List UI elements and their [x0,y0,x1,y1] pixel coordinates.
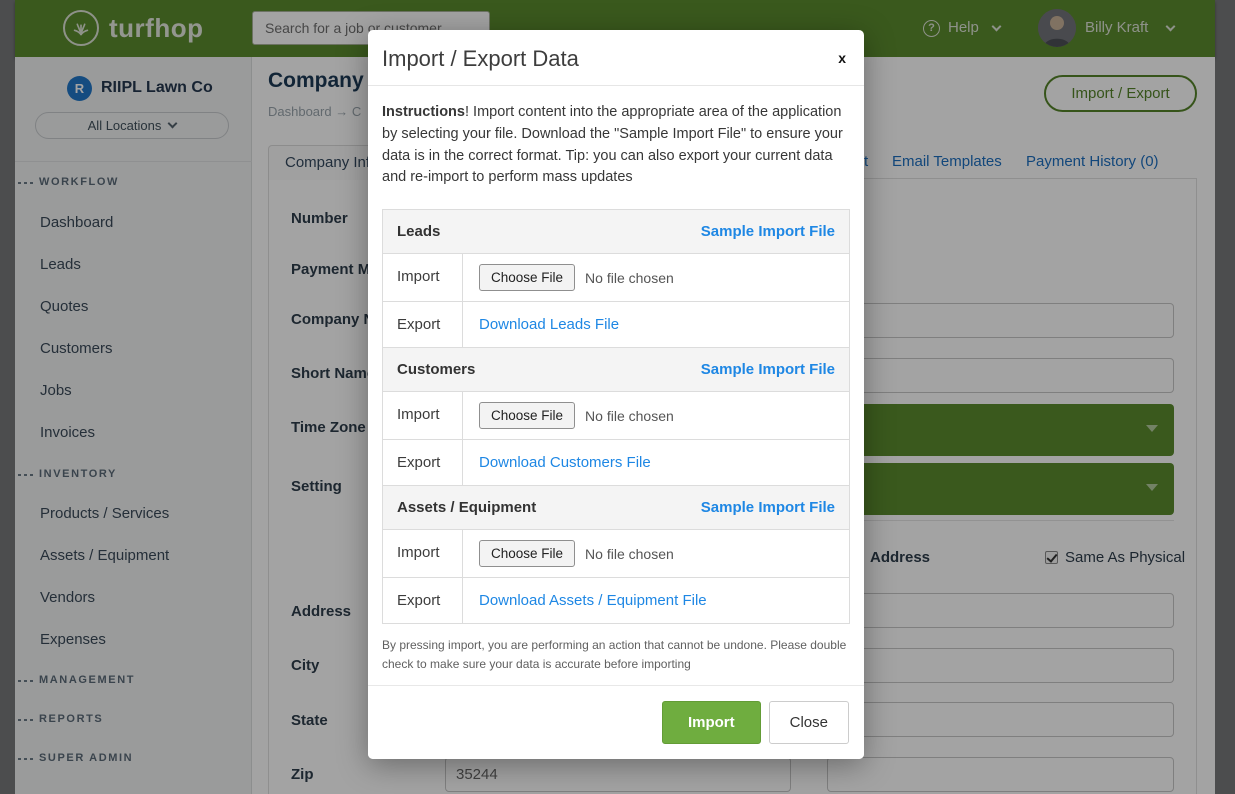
export-row-label: Export [383,578,463,623]
modal-instructions: Instructions! Import content into the ap… [382,102,850,189]
customers-table-header: Customers Sample Import File [383,348,849,392]
app-window: turfhop ? Help Billy Kraft R RIIPL Lawn … [0,0,1235,794]
leads-choose-file-button[interactable]: Choose File [479,264,575,291]
table-row: Export Download Leads File [383,302,849,347]
file-status: No file chosen [585,546,674,562]
import-row-label: Import [383,254,463,301]
modal-body: Instructions! Import content into the ap… [368,86,864,673]
assets-import-export-table: Assets / Equipment Sample Import File Im… [382,485,850,624]
leads-sample-import-file-link[interactable]: Sample Import File [701,223,835,240]
instructions-lead: Instructions [382,104,465,120]
modal-footer: Import Close [368,685,864,759]
import-row-label: Import [383,392,463,439]
download-customers-file-link[interactable]: Download Customers File [479,454,651,471]
leads-import-export-table: Leads Sample Import File Import Choose F… [382,209,850,348]
file-status: No file chosen [585,270,674,286]
import-export-modal: Import / Export Data x Instructions! Imp… [368,30,864,759]
import-button[interactable]: Import [662,701,761,744]
download-leads-file-link[interactable]: Download Leads File [479,316,619,333]
assets-sample-import-file-link[interactable]: Sample Import File [701,499,835,516]
customers-sample-import-file-link[interactable]: Sample Import File [701,361,835,378]
table-section-name: Customers [397,361,475,378]
export-row-label: Export [383,440,463,485]
close-button[interactable]: Close [769,701,849,744]
modal-warning-text: By pressing import, you are performing a… [382,636,850,673]
table-row: Export Download Customers File [383,440,849,485]
download-assets-file-link[interactable]: Download Assets / Equipment File [479,592,707,609]
assets-table-header: Assets / Equipment Sample Import File [383,486,849,530]
export-row-label: Export [383,302,463,347]
modal-header: Import / Export Data x [368,30,864,86]
close-icon[interactable]: x [838,50,846,66]
leads-table-header: Leads Sample Import File [383,210,849,254]
customers-import-export-table: Customers Sample Import File Import Choo… [382,347,850,486]
modal-title: Import / Export Data [382,46,850,72]
import-row-label: Import [383,530,463,577]
table-section-name: Leads [397,223,440,240]
table-row: Export Download Assets / Equipment File [383,578,849,623]
table-row: Import Choose File No file chosen [383,392,849,440]
file-status: No file chosen [585,408,674,424]
assets-choose-file-button[interactable]: Choose File [479,540,575,567]
table-row: Import Choose File No file chosen [383,530,849,578]
table-row: Import Choose File No file chosen [383,254,849,302]
customers-choose-file-button[interactable]: Choose File [479,402,575,429]
table-section-name: Assets / Equipment [397,499,536,516]
